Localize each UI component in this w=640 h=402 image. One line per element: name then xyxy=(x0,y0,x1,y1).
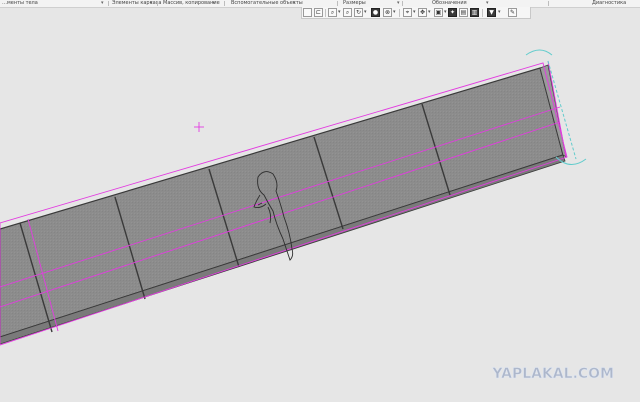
separator xyxy=(482,9,483,17)
edit-mode-icon[interactable]: ▥ xyxy=(470,8,479,17)
sketch-mode-icon[interactable]: ▤ xyxy=(459,8,468,17)
chevron-down-icon[interactable]: ▾ xyxy=(364,9,367,15)
chevron-down-icon[interactable]: ▾ xyxy=(397,0,400,7)
chevron-down-icon[interactable]: ▾ xyxy=(212,0,215,7)
model-viewport[interactable] xyxy=(0,19,640,402)
pencil-icon[interactable]: ✎ xyxy=(508,8,517,17)
separator xyxy=(157,1,158,6)
chevron-down-icon[interactable]: ▾ xyxy=(293,0,296,7)
selection-icon[interactable]: ✦ xyxy=(448,8,457,17)
origin-marker xyxy=(194,122,204,132)
separator xyxy=(224,1,225,6)
section-icon[interactable]: ▣ xyxy=(434,8,443,17)
chevron-down-icon[interactable]: ▾ xyxy=(444,9,447,15)
watermark-logo: YAPLAKAL.COM xyxy=(491,366,614,383)
group-label-auxiliary-objects[interactable]: Вспомогательные объекты xyxy=(231,0,303,7)
separator xyxy=(402,1,403,6)
group-label-diagnostics[interactable]: Диагностика xyxy=(592,0,626,7)
group-label-frame-elements[interactable]: Элементы каркаса xyxy=(112,0,162,7)
separator xyxy=(337,1,338,6)
display-mode-icon[interactable]: ● xyxy=(371,8,380,17)
chevron-down-icon[interactable]: ▾ xyxy=(486,0,489,7)
zoom-icon[interactable]: ⌕ xyxy=(328,8,337,17)
separator xyxy=(325,9,326,17)
group-label-designations[interactable]: Обозначения xyxy=(432,0,467,7)
rotate-icon[interactable]: ↻ xyxy=(354,8,363,17)
view-orientation-icon[interactable]: ⊗ xyxy=(383,8,392,17)
chevron-down-icon[interactable]: ▾ xyxy=(428,9,431,15)
chevron-down-icon[interactable]: ▾ xyxy=(498,9,501,15)
pan-icon[interactable]: ✥ xyxy=(418,8,427,17)
blank-page-icon[interactable] xyxy=(303,8,312,17)
separator xyxy=(399,9,400,17)
chevron-down-icon[interactable]: ▾ xyxy=(101,0,104,7)
zoom-all-icon[interactable]: ⌕ xyxy=(343,8,352,17)
new-sketch-icon[interactable]: ⊏ xyxy=(314,8,323,17)
group-label-body-elements[interactable]: …менты тела xyxy=(2,0,38,7)
group-label-dimensions[interactable]: Размеры xyxy=(343,0,366,7)
board-face[interactable] xyxy=(0,67,564,338)
separator xyxy=(108,1,109,6)
watermark-text: YAPLAKAL.COM xyxy=(491,366,614,382)
chevron-down-icon[interactable]: ▾ xyxy=(338,9,341,15)
chevron-down-icon[interactable]: ▾ xyxy=(150,0,153,7)
chevron-down-icon[interactable]: ▾ xyxy=(393,9,396,15)
chevron-down-icon[interactable]: ▾ xyxy=(413,9,416,15)
filter-active-icon[interactable]: ▼ xyxy=(487,8,496,17)
view-toolbar: ⊏ ⌕ ▾ ⌕ ↻ ▾ ● ⊗ ▾ ⌖ ▾ ✥ ▾ ▣ ▾ ✦ ▤ ▥ ▼ ▾ … xyxy=(301,7,531,19)
separator xyxy=(548,1,549,6)
perspective-icon[interactable]: ⌖ xyxy=(403,8,412,17)
